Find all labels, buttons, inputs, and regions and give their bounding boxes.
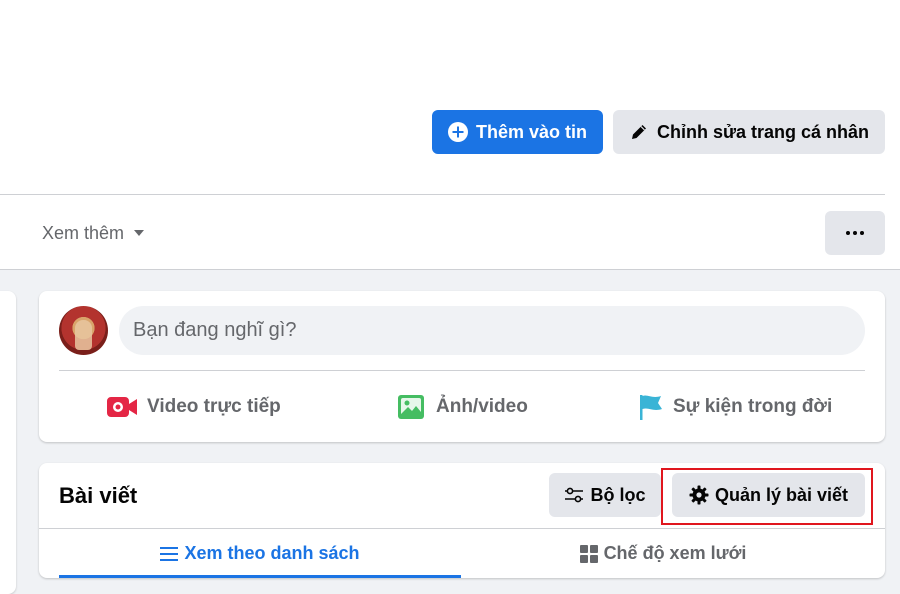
filter-button[interactable]: Bộ lọc bbox=[549, 473, 661, 517]
post-composer-card: Bạn đang nghĩ gì? Video trực tiếp Ảnh/vi… bbox=[39, 291, 885, 442]
more-options-button[interactable] bbox=[825, 211, 885, 255]
photo-icon bbox=[396, 393, 426, 421]
add-to-story-label: Thêm vào tin bbox=[475, 121, 587, 142]
grid-icon bbox=[579, 544, 598, 563]
posts-title: Bài viết bbox=[59, 483, 138, 508]
tab-list-view-label: Xem theo danh sách bbox=[184, 543, 360, 563]
left-column-card bbox=[0, 291, 16, 594]
see-more-label: Xem thêm bbox=[42, 222, 125, 243]
plus-circle-icon bbox=[447, 122, 468, 142]
caret-down-icon bbox=[134, 230, 145, 236]
list-icon bbox=[160, 546, 179, 562]
live-video-label: Video trực tiếp bbox=[147, 396, 281, 417]
filter-sliders-icon bbox=[564, 486, 584, 504]
avatar[interactable] bbox=[59, 306, 108, 355]
life-event-button[interactable]: Sự kiện trong đời bbox=[637, 391, 832, 423]
dot-icon bbox=[846, 231, 850, 235]
live-video-icon bbox=[107, 395, 137, 419]
dot-icon bbox=[853, 231, 857, 235]
highlight-box bbox=[661, 468, 873, 525]
photo-video-label: Ảnh/video bbox=[436, 396, 528, 417]
photo-video-button[interactable]: Ảnh/video bbox=[396, 391, 528, 423]
add-to-story-button[interactable]: Thêm vào tin bbox=[432, 110, 603, 154]
pencil-icon bbox=[629, 122, 649, 142]
nav-divider bbox=[0, 269, 900, 270]
active-tab-indicator bbox=[59, 575, 461, 578]
tab-grid-view-label: Chế độ xem lưới bbox=[603, 543, 747, 563]
dot-icon bbox=[860, 231, 864, 235]
composer-input[interactable]: Bạn đang nghĩ gì? bbox=[119, 306, 865, 355]
tab-list-view[interactable]: Xem theo danh sách bbox=[59, 529, 461, 578]
tab-grid-view[interactable]: Chế độ xem lưới bbox=[461, 529, 865, 578]
edit-profile-label: Chỉnh sửa trang cá nhân bbox=[656, 121, 870, 142]
flag-icon bbox=[637, 393, 663, 421]
composer-divider bbox=[59, 370, 865, 371]
life-event-label: Sự kiện trong đời bbox=[673, 396, 833, 417]
filter-label: Bộ lọc bbox=[590, 484, 646, 505]
edit-profile-button[interactable]: Chỉnh sửa trang cá nhân bbox=[613, 110, 885, 154]
live-video-button[interactable]: Video trực tiếp bbox=[107, 391, 281, 423]
header-divider bbox=[0, 194, 885, 195]
see-more-tab[interactable]: Xem thêm bbox=[42, 220, 145, 246]
